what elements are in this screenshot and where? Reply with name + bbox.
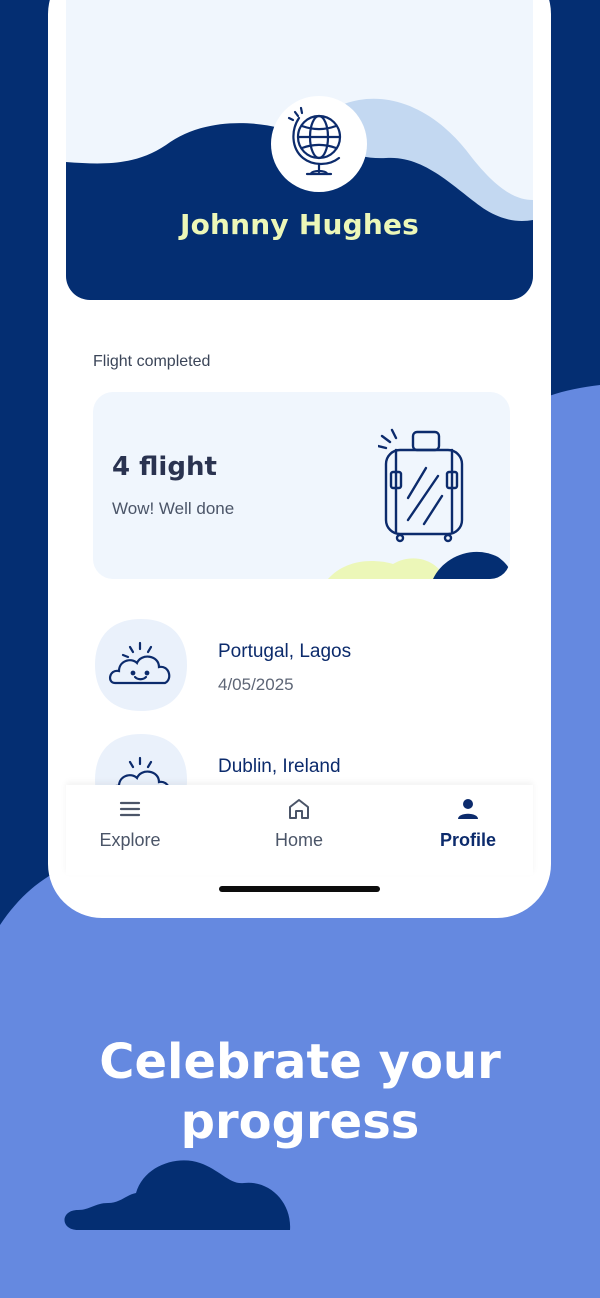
trip-date: 4/05/2025 xyxy=(218,675,294,694)
person-icon xyxy=(458,799,478,819)
tab-label: Profile xyxy=(439,830,496,850)
promo-headline-line2: progress xyxy=(180,1094,420,1150)
promo-headline-line1: Celebrate your xyxy=(99,1034,501,1090)
tab-label: Explore xyxy=(99,830,161,850)
home-indicator[interactable] xyxy=(219,886,380,892)
promo-headline: Celebrate your progress xyxy=(0,1032,600,1152)
flight-message: Wow! Well done xyxy=(112,499,235,518)
tab-home[interactable]: Home xyxy=(239,785,359,865)
flights-card[interactable]: 4 flight Wow! Well done xyxy=(93,392,510,579)
tab-bar: Explore Home Profile xyxy=(66,785,533,875)
tab-explore[interactable]: Explore xyxy=(70,785,190,865)
suitcase-icon xyxy=(378,428,464,543)
tab-label: Home xyxy=(274,830,323,850)
menu-icon xyxy=(119,801,141,817)
trip-item[interactable]: Portugal, Lagos 4/05/2025 xyxy=(93,617,513,717)
user-name: Johnny Hughes xyxy=(179,208,420,241)
decorative-cloud xyxy=(64,1160,291,1230)
trip-title: Dublin, Ireland xyxy=(218,756,341,777)
section-label: Flight completed xyxy=(93,353,211,370)
home-icon xyxy=(289,799,309,819)
globe-icon xyxy=(287,106,342,176)
tab-profile[interactable]: Profile xyxy=(408,785,528,865)
phone-screen: Johnny Hughes Flight completed 4 flight … xyxy=(48,0,551,918)
avatar[interactable] xyxy=(271,96,367,192)
trip-title: Portugal, Lagos xyxy=(218,641,352,662)
smiling-cloud-icon xyxy=(95,619,187,711)
profile-header: Johnny Hughes xyxy=(66,0,533,300)
flight-count: 4 flight xyxy=(112,452,217,482)
